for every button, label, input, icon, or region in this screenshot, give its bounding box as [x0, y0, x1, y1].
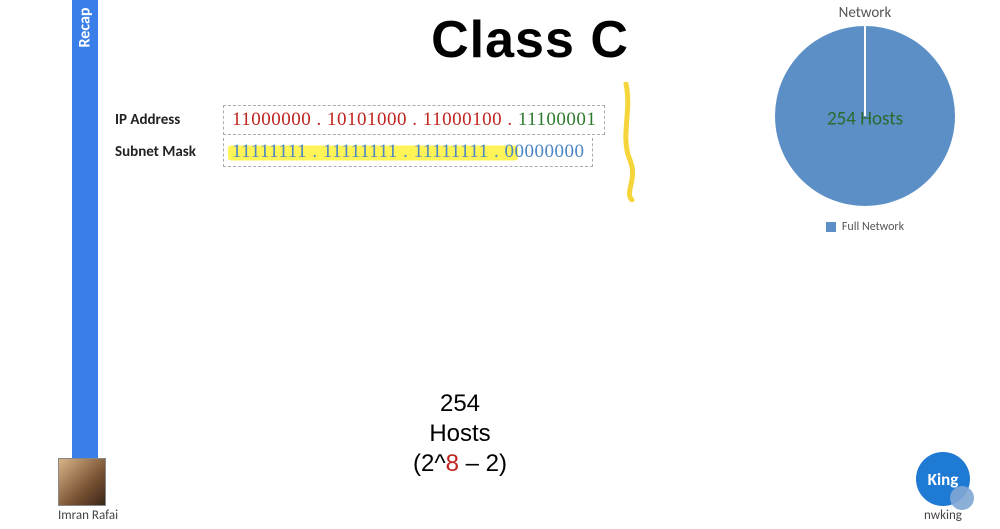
brand-badge: King	[916, 452, 970, 506]
ip-row: IP Address 11000000 . 10101000 . 1100010…	[115, 104, 605, 136]
pie-radius-line	[864, 26, 866, 116]
chart-title: Network	[760, 4, 970, 22]
mask-ones: 11111111 . 11111111 . 11111111 .	[232, 141, 499, 162]
divider-stroke	[616, 82, 646, 202]
host-count: 254	[330, 389, 590, 419]
chart-area: Network 254 Hosts Full Network	[760, 4, 970, 234]
ip-network-bits: 11000000 . 10101000 . 11000100 .	[232, 109, 513, 130]
ip-host-bits: 11100001	[513, 109, 597, 130]
binary-table: IP Address 11000000 . 10101000 . 1100010…	[115, 104, 605, 168]
ip-label: IP Address	[115, 111, 223, 129]
recap-sidebar: Recap	[72, 0, 98, 480]
host-label: Hosts	[330, 419, 590, 449]
avatar	[58, 458, 106, 506]
brand: King nwking	[916, 452, 970, 523]
slide-title: Class C	[320, 10, 740, 70]
mask-label: Subnet Mask	[115, 143, 223, 161]
mask-zeros: 00000000	[499, 141, 584, 162]
presenter: Imran Rafai	[58, 458, 118, 523]
mask-row: Subnet Mask 11111111 . 11111111 . 111111…	[115, 136, 605, 168]
host-calculation: 254 Hosts (2^8 – 2)	[330, 389, 590, 479]
chart-legend: Full Network	[760, 220, 970, 234]
legend-swatch	[826, 222, 836, 232]
brand-name: nwking	[916, 508, 970, 523]
ip-bits: 11000000 . 10101000 . 11000100 . 1110000…	[223, 105, 605, 135]
recap-label: Recap	[76, 8, 95, 48]
pie-center-label: 254 Hosts	[775, 107, 955, 130]
mask-bits: 11111111 . 11111111 . 11111111 . 0000000…	[223, 138, 593, 167]
presenter-name: Imran Rafai	[58, 508, 118, 523]
legend-label: Full Network	[842, 220, 904, 234]
host-formula: (2^8 – 2)	[330, 449, 590, 479]
pie-chart: 254 Hosts	[775, 26, 955, 206]
